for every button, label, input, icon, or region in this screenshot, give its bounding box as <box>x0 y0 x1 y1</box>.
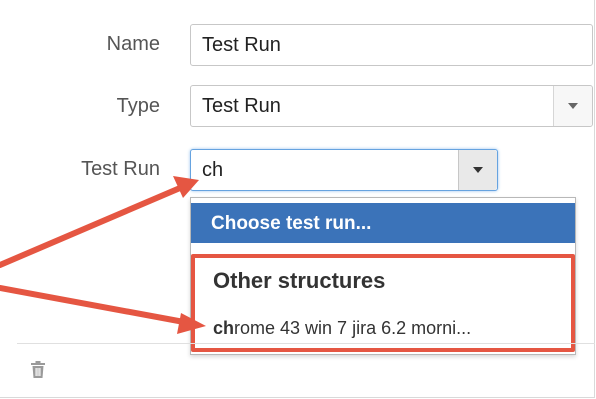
divider <box>17 343 595 344</box>
chevron-down-icon <box>473 167 483 173</box>
group-header: Other structures <box>213 268 386 293</box>
option-choose-test-run[interactable]: Choose test run... <box>191 203 575 243</box>
testrun-select-toggle[interactable] <box>458 150 497 190</box>
option-match-text: ch <box>213 318 235 338</box>
option-rest-text: rome 43 win 7 jira 6.2 morni... <box>234 318 472 338</box>
name-label: Name <box>106 33 160 55</box>
other-structures-group: Other structures chrome 43 win 7 jira 6.… <box>191 254 575 352</box>
type-select-value: Test Run <box>202 95 281 117</box>
type-label: Type <box>116 95 160 117</box>
type-select-toggle[interactable] <box>553 86 592 126</box>
chevron-down-icon <box>568 103 578 109</box>
option-chrome-run[interactable]: chrome 43 win 7 jira 6.2 morni... <box>213 318 471 339</box>
name-input-value: Test Run <box>202 34 281 56</box>
type-select[interactable]: Test Run <box>190 85 593 127</box>
testrun-select[interactable]: ch <box>190 149 498 191</box>
name-input[interactable]: Test Run <box>190 24 593 66</box>
testrun-dropdown: Choose test run... Other structures chro… <box>190 197 576 355</box>
option-choose-test-run-label: Choose test run... <box>211 213 372 234</box>
testrun-label: Test Run <box>81 158 160 180</box>
form-panel: Name Test Run Type Test Run Test Run ch … <box>0 0 595 398</box>
testrun-search-value: ch <box>202 159 224 181</box>
trash-icon[interactable] <box>30 361 46 379</box>
